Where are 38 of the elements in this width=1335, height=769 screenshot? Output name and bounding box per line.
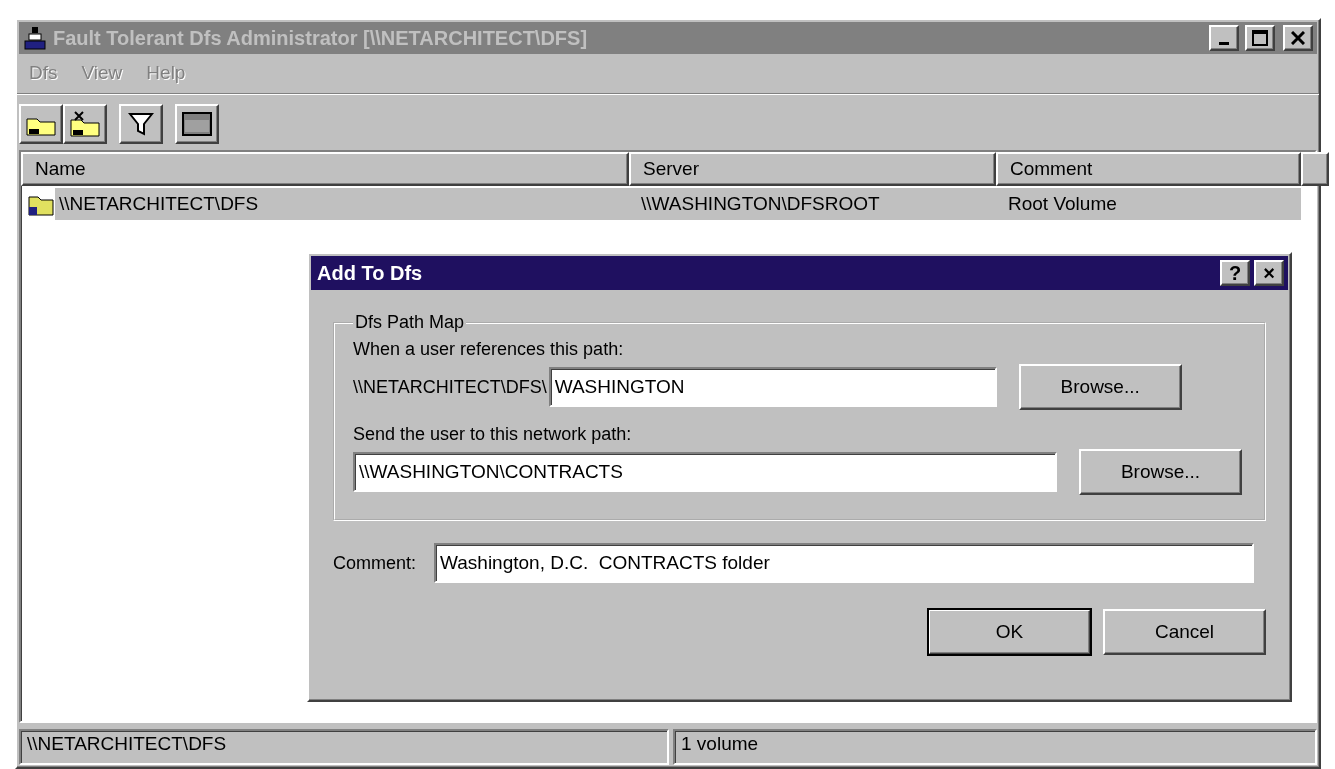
close-icon [1291, 31, 1305, 45]
field-label: Send the user to this network path: [353, 424, 633, 445]
maximize-icon [1252, 30, 1268, 46]
minimize-icon [1219, 41, 1229, 45]
path-prefix: \\NETARCHITECT\DFS\ [353, 376, 547, 398]
column-header[interactable]: Server [629, 152, 996, 186]
window-icon [182, 112, 212, 136]
help-button[interactable]: ? [1220, 260, 1250, 286]
dialog-button[interactable]: OK [928, 609, 1091, 655]
table-cell: \\WASHINGTON\DFSROOT [629, 188, 996, 220]
field-label: When a user references this path: [353, 339, 625, 360]
minimize-button[interactable] [1209, 25, 1239, 51]
network-path-field[interactable]: \\WASHINGTON\CONTRACTS [353, 452, 1057, 492]
dialog-title: Add To Dfs [317, 261, 424, 285]
window-title: Fault Tolerant Dfs Administrator [\\NETARCHITECT\DFS] [53, 26, 589, 50]
status-pane: 1 volume [673, 729, 1317, 765]
toolbar-button[interactable] [63, 104, 107, 144]
table-cell: Root Volume [996, 188, 1301, 220]
column-header[interactable]: Comment [996, 152, 1301, 186]
close-button[interactable] [1283, 25, 1313, 51]
close-button[interactable]: × [1254, 260, 1284, 286]
toolbar-button[interactable] [175, 104, 219, 144]
filter-icon [128, 111, 154, 137]
maximize-button[interactable] [1245, 25, 1275, 51]
group-label: Dfs Path Map [354, 312, 466, 333]
toolbar-button[interactable] [19, 104, 63, 144]
path-field[interactable]: WASHINGTON [548, 367, 997, 407]
column-header[interactable]: Name [21, 152, 629, 186]
app-icon [23, 25, 47, 51]
status-pane: \\NETARCHITECT\DFS [19, 729, 669, 765]
comment-field[interactable]: Washington, D.C. CONTRACTS folder [434, 543, 1255, 583]
browse-button[interactable]: Browse... [1018, 364, 1182, 410]
toolbar-button[interactable] [119, 104, 163, 144]
table-cell[interactable]: \\NETARCHITECT\DFS [55, 188, 629, 220]
browse-button[interactable]: Browse... [1079, 449, 1242, 495]
field-label: Comment: [333, 552, 417, 574]
folder-cut-icon [69, 110, 101, 138]
dialog-button[interactable]: Cancel [1103, 609, 1266, 655]
